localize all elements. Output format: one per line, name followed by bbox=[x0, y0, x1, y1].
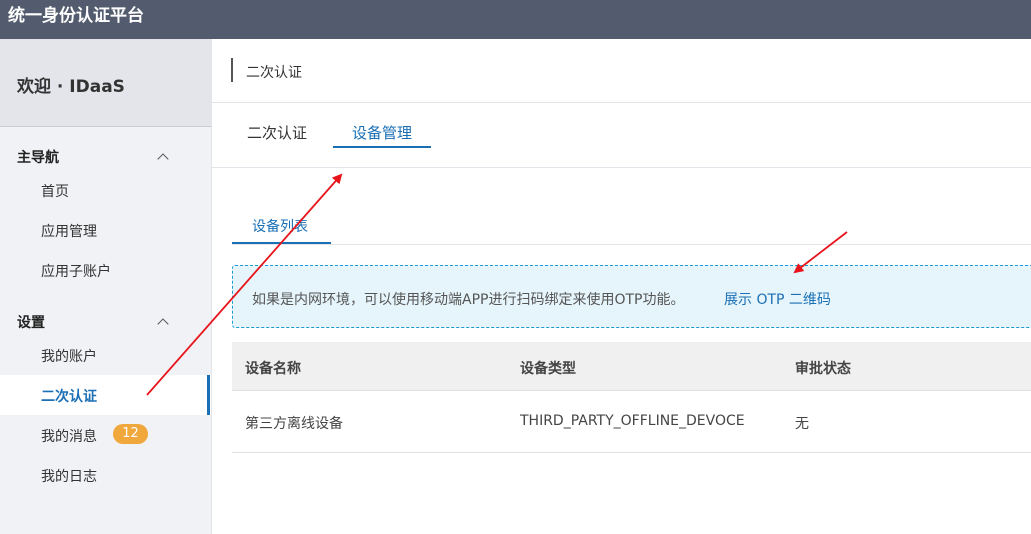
active-tab-underline bbox=[333, 146, 431, 148]
message-count-badge: 12 bbox=[113, 424, 148, 444]
show-otp-qrcode-link[interactable]: 展示 OTP 二维码 bbox=[724, 289, 831, 309]
tab-device-management[interactable]: 设备管理 bbox=[352, 122, 412, 143]
welcome-text: 欢迎 · IDaaS bbox=[17, 77, 125, 97]
sidebar: 欢迎 · IDaaS 主导航 首页 应用管理 应用子账户 设置 我的账户 二次认… bbox=[0, 39, 212, 534]
chevron-up-icon[interactable] bbox=[157, 153, 169, 165]
sidebar-item-label: 应用子账户 bbox=[41, 264, 111, 280]
nav-group-main[interactable]: 主导航 bbox=[17, 147, 59, 167]
page-header: 二次认证 bbox=[212, 39, 1031, 103]
app-title: 统一身份认证平台 bbox=[8, 6, 144, 26]
table-header: 设备名称 设备类型 审批状态 bbox=[232, 342, 1031, 391]
sidebar-item-label: 我的账户 bbox=[41, 349, 97, 365]
sub-tab-bar: 设备列表 bbox=[232, 205, 1031, 245]
sidebar-item-label: 我的消息 bbox=[41, 429, 97, 445]
sidebar-item-label: 我的日志 bbox=[41, 469, 97, 485]
sidebar-item-label: 二次认证 bbox=[41, 389, 97, 405]
nav-group-settings[interactable]: 设置 bbox=[17, 312, 45, 332]
notice-text: 如果是内网环境，可以使用移动端APP进行扫码绑定来使用OTP功能。 bbox=[252, 292, 685, 308]
approval-status-cell: 无 bbox=[795, 416, 809, 432]
sidebar-item-my-logs[interactable]: 我的日志 bbox=[0, 455, 211, 495]
active-subtab-underline bbox=[232, 242, 331, 244]
sidebar-item-app-management[interactable]: 应用管理 bbox=[0, 210, 211, 250]
tab-bar: 二次认证 设备管理 bbox=[212, 103, 1031, 168]
welcome-panel: 欢迎 · IDaaS bbox=[0, 39, 211, 127]
sidebar-item-home[interactable]: 首页 bbox=[0, 170, 211, 210]
column-header: 设备类型 bbox=[520, 361, 576, 377]
tab-two-factor[interactable]: 二次认证 bbox=[247, 122, 307, 143]
column-header: 审批状态 bbox=[795, 361, 851, 377]
chevron-up-icon[interactable] bbox=[157, 318, 169, 330]
sidebar-item-my-messages[interactable]: 我的消息 12 bbox=[0, 415, 211, 455]
subtab-device-list[interactable]: 设备列表 bbox=[252, 216, 308, 236]
sidebar-item-my-account[interactable]: 我的账户 bbox=[0, 335, 211, 375]
active-indicator bbox=[207, 375, 210, 415]
info-notice: 如果是内网环境，可以使用移动端APP进行扫码绑定来使用OTP功能。 展示 OTP… bbox=[232, 265, 1031, 328]
sidebar-item-label: 首页 bbox=[41, 184, 69, 200]
header-marker bbox=[231, 58, 233, 82]
page-title: 二次认证 bbox=[246, 65, 302, 81]
sidebar-item-app-sub-accounts[interactable]: 应用子账户 bbox=[0, 250, 211, 290]
sidebar-item-two-factor[interactable]: 二次认证 bbox=[0, 375, 211, 415]
column-header: 设备名称 bbox=[245, 361, 301, 377]
sidebar-item-label: 应用管理 bbox=[41, 224, 97, 240]
top-bar: 统一身份认证平台 bbox=[0, 0, 1031, 39]
table-row[interactable]: 第三方离线设备 THIRD_PARTY_OFFLINE_DEVOCE 无 bbox=[232, 391, 1031, 453]
device-name-cell: 第三方离线设备 bbox=[245, 416, 343, 432]
device-type-cell: THIRD_PARTY_OFFLINE_DEVOCE bbox=[520, 413, 745, 429]
